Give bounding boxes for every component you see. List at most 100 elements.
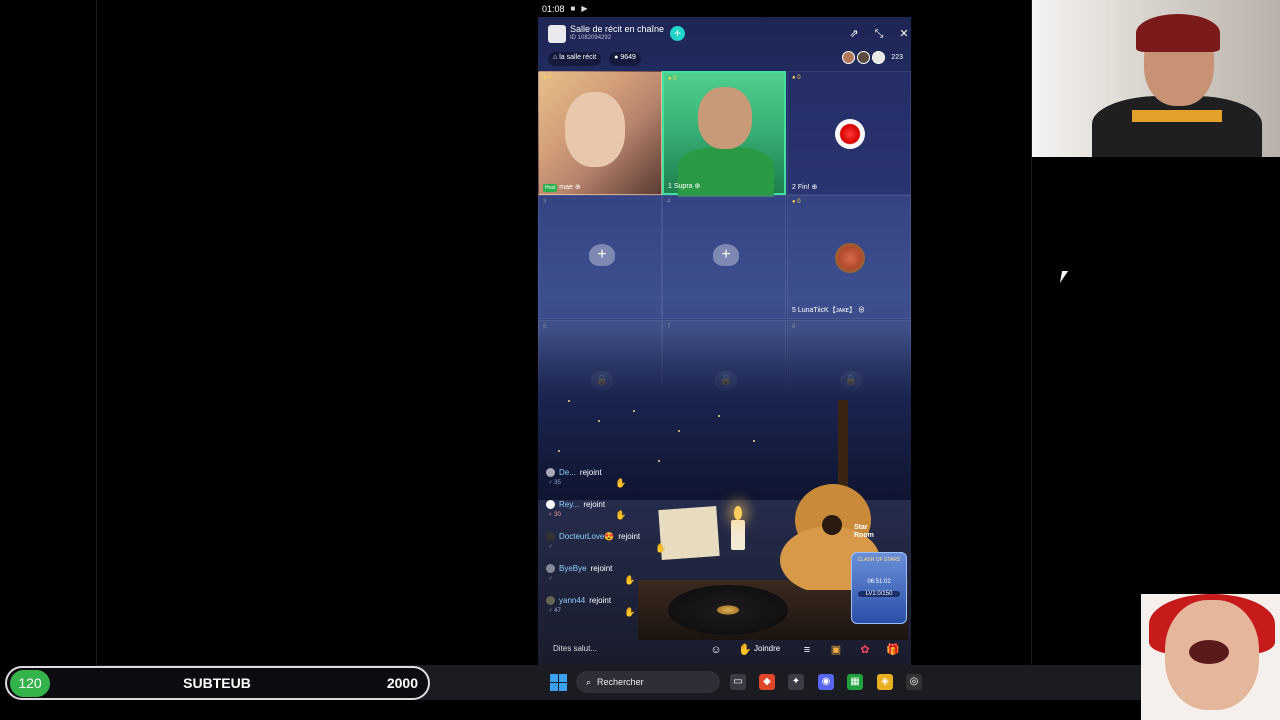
webcam-jersey-stripe (1132, 110, 1222, 122)
room-thumbnail[interactable] (548, 25, 566, 43)
event-card[interactable]: CLASH OF STARS 06:51:02 LV1:0/150 (851, 552, 907, 624)
chat-username[interactable]: Rey... (559, 500, 579, 509)
join-seat-icon[interactable]: + (589, 244, 615, 266)
seat-host[interactable]: ● 0 Host mae ⊕ (538, 71, 662, 195)
chat-level: 35 (554, 480, 561, 486)
sub-goal-count: 120 (10, 670, 50, 697)
wave-icon[interactable]: ✋ (655, 543, 666, 554)
wave-icon[interactable]: ✋ (615, 478, 626, 489)
task-view-icon[interactable]: ▭ (730, 674, 746, 690)
guest-webcam (1141, 594, 1280, 720)
chat-sub: ♂ (548, 576, 553, 582)
seat-4[interactable]: 4 + (662, 195, 786, 319)
chat-avatar (546, 564, 555, 573)
seat-index: 1 (668, 183, 672, 190)
follow-plus-button[interactable]: + (670, 26, 685, 41)
chat-avatar (546, 596, 555, 605)
sub-goal-target: 2000 (386, 675, 418, 691)
seat-5[interactable]: ● 0 5 LunaTiicK【ᴊᴀᴋᴇ】 ⊕ (787, 195, 911, 319)
seat-name-text: LunaTiicK【ᴊᴀᴋᴇ】 (797, 307, 857, 314)
chat-avatar (546, 532, 555, 541)
seat-index: 3 (543, 199, 547, 205)
mouse-cursor (1059, 271, 1069, 283)
chat-avatar (546, 500, 555, 509)
streamer-webcam (1032, 0, 1280, 157)
chat-input[interactable]: Dites salut... (553, 644, 597, 653)
viewer-list[interactable]: 223 (842, 51, 903, 64)
chat-message: ByeBye rejoint ♂ (546, 564, 696, 596)
avatar (835, 243, 865, 273)
windows-start-icon[interactable] (550, 674, 567, 691)
seat-coins-value: 0 (797, 75, 801, 81)
room-tag-home[interactable]: ⌂ la salle récit (548, 52, 602, 66)
city-light (568, 400, 570, 402)
flame-decoration (734, 506, 742, 520)
gift-icon[interactable]: 🎁 (885, 642, 901, 658)
join-seat-icon[interactable]: + (713, 244, 739, 266)
seat-coins: ● 0 (792, 199, 801, 205)
notification-icon: ■ (570, 4, 576, 13)
sub-goal-label: SUBTEUB (183, 675, 251, 691)
webcam-headset (1136, 14, 1220, 52)
wave-icon[interactable]: ✋ (624, 575, 635, 586)
layers-app-icon[interactable]: ◈ (877, 674, 893, 690)
chat-level: 30 (554, 512, 561, 518)
chat-username[interactable]: yann44 (559, 596, 585, 605)
discord-icon[interactable]: ◉ (818, 674, 834, 690)
settings-app-icon[interactable]: ✦ (788, 674, 804, 690)
chat-action: rejoint (583, 500, 606, 509)
close-icon[interactable]: ✕ (897, 27, 911, 41)
chat-action: rejoint (618, 532, 641, 541)
seat-3[interactable]: 3 + (538, 195, 662, 319)
wave-icon[interactable]: ✋ (615, 510, 626, 521)
chat-username[interactable]: ByeBye (559, 564, 587, 573)
minimize-icon[interactable]: ⤡ (872, 27, 886, 41)
menu-icon[interactable]: ≡ (799, 642, 815, 658)
seat-name-text: Fin! (797, 184, 810, 191)
guest-mouth (1189, 640, 1229, 664)
seat-coins-value: 0 (797, 199, 801, 205)
event-title: CLASH OF STARS (857, 557, 901, 563)
viewer-count: 223 (891, 54, 903, 61)
raise-hand-icon[interactable]: ✋ (737, 642, 753, 658)
room-coins[interactable]: ● 9649 (609, 52, 641, 66)
participant-face (698, 87, 752, 149)
chat-sub: ♂ 47 (548, 608, 561, 614)
taskbar-search[interactable]: ⌕ Rechercher (576, 671, 720, 693)
seat-1[interactable]: ● 0 1 Supra ⊕ (662, 71, 786, 197)
seat-index: 2 (792, 184, 796, 191)
seat-2[interactable]: ● 0 2 Fin! ⊕ (787, 71, 911, 195)
wave-icon[interactable]: ✋ (624, 607, 635, 618)
emoji-icon[interactable]: ☺ (708, 642, 724, 658)
bottom-strip (0, 700, 1141, 720)
rose-icon[interactable]: ✿ (857, 642, 873, 658)
brave-browser-icon[interactable]: ◆ (759, 674, 775, 690)
chat-action: rejoint (590, 564, 613, 573)
star-room-badge[interactable]: Star Room (854, 524, 874, 540)
chat-sub: ♂ (548, 544, 553, 550)
seat-coins: ● 0 (668, 76, 677, 82)
phone-status-bar: 01:08 ■ ▶ (538, 0, 911, 17)
chat-username[interactable]: DocteurLove😍 (559, 532, 614, 541)
status-time: 01:08 (542, 3, 565, 14)
viewer-avatar (842, 51, 856, 64)
seat-name-text: Supra (673, 183, 693, 190)
star-room-line2: Room (854, 532, 874, 539)
stream-canvas: 01:08 ■ ▶ Salle de récit en chaîne ID 10… (0, 0, 1280, 720)
phone-mirror: 01:08 ■ ▶ Salle de récit en chaîne ID 10… (538, 0, 911, 665)
star-room-line1: Star (854, 524, 868, 531)
share-icon[interactable]: ⇗ (847, 27, 861, 41)
chat-level: 47 (554, 608, 561, 614)
game-icon[interactable]: ▣ (828, 642, 844, 658)
obs-icon[interactable]: ◎ (906, 674, 922, 690)
play-icon: ▶ (581, 4, 588, 13)
spreadsheet-app-icon[interactable]: ▦ (847, 674, 863, 690)
coins-value: 9649 (620, 54, 636, 61)
join-button[interactable]: Joindre (754, 644, 780, 653)
event-level: LV1:0/150 (858, 591, 900, 597)
seat-name: 1 Supra ⊕ (668, 183, 701, 190)
chat-username[interactable]: De... (559, 468, 576, 477)
room-id: ID 1082094292 (570, 35, 612, 41)
participant-video (565, 92, 625, 167)
host-badge: Host (543, 184, 558, 192)
